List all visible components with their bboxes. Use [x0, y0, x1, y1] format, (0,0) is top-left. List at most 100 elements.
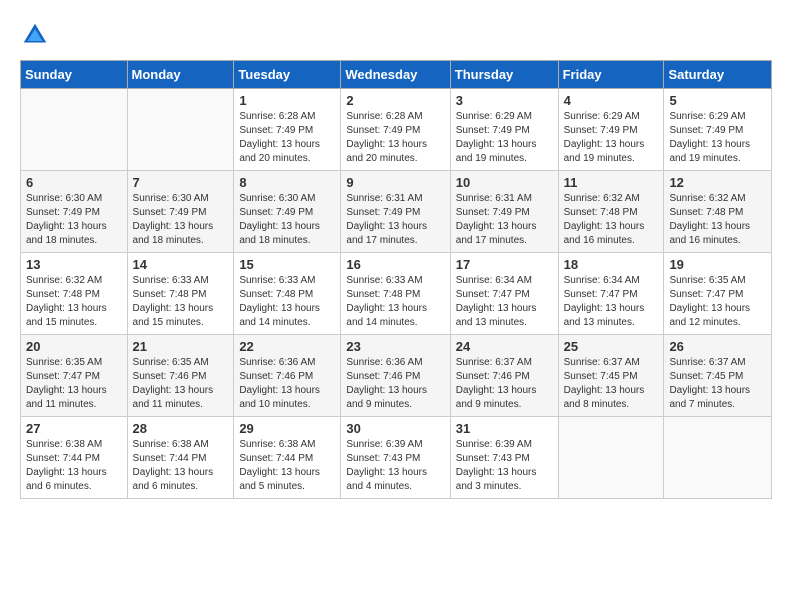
calendar-cell: 30 Sunrise: 6:39 AM Sunset: 7:43 PM Dayli…	[341, 417, 450, 499]
calendar-cell: 1 Sunrise: 6:28 AM Sunset: 7:49 PM Daylig…	[234, 89, 341, 171]
day-info: Sunrise: 6:39 AM Sunset: 7:43 PM Dayligh…	[456, 438, 553, 494]
week-row-4: 20 Sunrise: 6:35 AM Sunset: 7:47 PM Dayli…	[21, 335, 772, 417]
day-number: 11	[564, 175, 659, 190]
day-info: Sunrise: 6:29 AM Sunset: 7:49 PM Dayligh…	[456, 110, 553, 166]
calendar-cell: 20 Sunrise: 6:35 AM Sunset: 7:47 PM Dayli…	[21, 335, 128, 417]
day-number: 12	[669, 175, 766, 190]
day-number: 24	[456, 339, 553, 354]
calendar-cell: 11 Sunrise: 6:32 AM Sunset: 7:48 PM Dayli…	[558, 171, 664, 253]
day-info: Sunrise: 6:35 AM Sunset: 7:47 PM Dayligh…	[669, 274, 766, 330]
day-info: Sunrise: 6:30 AM Sunset: 7:49 PM Dayligh…	[26, 192, 122, 248]
calendar-cell: 16 Sunrise: 6:33 AM Sunset: 7:48 PM Dayli…	[341, 253, 450, 335]
weekday-header-friday: Friday	[558, 61, 664, 89]
calendar-cell: 9 Sunrise: 6:31 AM Sunset: 7:49 PM Daylig…	[341, 171, 450, 253]
day-info: Sunrise: 6:37 AM Sunset: 7:45 PM Dayligh…	[564, 356, 659, 412]
day-info: Sunrise: 6:30 AM Sunset: 7:49 PM Dayligh…	[133, 192, 229, 248]
calendar-cell: 25 Sunrise: 6:37 AM Sunset: 7:45 PM Dayli…	[558, 335, 664, 417]
calendar-cell: 10Sunrise: 6:31 AM Sunset: 7:49 PM Dayli…	[450, 171, 558, 253]
day-info: Sunrise: 6:31 AM Sunset: 7:49 PM Dayligh…	[346, 192, 444, 248]
day-info: Sunrise: 6:28 AM Sunset: 7:49 PM Dayligh…	[346, 110, 444, 166]
logo-icon	[20, 20, 50, 50]
page-header	[20, 20, 772, 50]
calendar-cell: 19Sunrise: 6:35 AM Sunset: 7:47 PM Dayli…	[664, 253, 772, 335]
week-row-3: 13 Sunrise: 6:32 AM Sunset: 7:48 PM Dayli…	[21, 253, 772, 335]
weekday-header-saturday: Saturday	[664, 61, 772, 89]
day-info: Sunrise: 6:32 AM Sunset: 7:48 PM Dayligh…	[669, 192, 766, 248]
weekday-header-sunday: Sunday	[21, 61, 128, 89]
day-info: Sunrise: 6:29 AM Sunset: 7:49 PM Dayligh…	[564, 110, 659, 166]
day-info: Sunrise: 6:28 AM Sunset: 7:49 PM Dayligh…	[239, 110, 335, 166]
calendar-cell: 14 Sunrise: 6:33 AM Sunset: 7:48 PM Dayli…	[127, 253, 234, 335]
calendar-cell: 3 Sunrise: 6:29 AM Sunset: 7:49 PM Daylig…	[450, 89, 558, 171]
calendar-cell: 22 Sunrise: 6:36 AM Sunset: 7:46 PM Dayli…	[234, 335, 341, 417]
weekday-header-monday: Monday	[127, 61, 234, 89]
day-info: Sunrise: 6:33 AM Sunset: 7:48 PM Dayligh…	[133, 274, 229, 330]
day-info: Sunrise: 6:38 AM Sunset: 7:44 PM Dayligh…	[133, 438, 229, 494]
day-number: 8	[239, 175, 335, 190]
calendar-table: SundayMondayTuesdayWednesdayThursdayFrid…	[20, 60, 772, 499]
day-number: 6	[26, 175, 122, 190]
calendar-cell: 27 Sunrise: 6:38 AM Sunset: 7:44 PM Dayli…	[21, 417, 128, 499]
calendar-cell: 12 Sunrise: 6:32 AM Sunset: 7:48 PM Dayli…	[664, 171, 772, 253]
calendar-cell	[127, 89, 234, 171]
week-row-5: 27 Sunrise: 6:38 AM Sunset: 7:44 PM Dayli…	[21, 417, 772, 499]
day-info: Sunrise: 6:33 AM Sunset: 7:48 PM Dayligh…	[239, 274, 335, 330]
day-number: 15	[239, 257, 335, 272]
calendar-cell: 4 Sunrise: 6:29 AM Sunset: 7:49 PM Daylig…	[558, 89, 664, 171]
calendar-cell: 6 Sunrise: 6:30 AM Sunset: 7:49 PM Daylig…	[21, 171, 128, 253]
day-number: 13	[26, 257, 122, 272]
calendar-cell: 23Sunrise: 6:36 AM Sunset: 7:46 PM Dayli…	[341, 335, 450, 417]
weekday-header-tuesday: Tuesday	[234, 61, 341, 89]
calendar-cell: 24 Sunrise: 6:37 AM Sunset: 7:46 PM Dayli…	[450, 335, 558, 417]
logo	[20, 20, 54, 50]
day-info: Sunrise: 6:32 AM Sunset: 7:48 PM Dayligh…	[564, 192, 659, 248]
calendar-cell: 28 Sunrise: 6:38 AM Sunset: 7:44 PM Dayli…	[127, 417, 234, 499]
weekday-header-wednesday: Wednesday	[341, 61, 450, 89]
day-info: Sunrise: 6:36 AM Sunset: 7:46 PM Dayligh…	[239, 356, 335, 412]
day-number: 10	[456, 175, 553, 190]
day-info: Sunrise: 6:39 AM Sunset: 7:43 PM Dayligh…	[346, 438, 444, 494]
day-number: 4	[564, 93, 659, 108]
week-row-2: 6 Sunrise: 6:30 AM Sunset: 7:49 PM Daylig…	[21, 171, 772, 253]
calendar-cell: 18 Sunrise: 6:34 AM Sunset: 7:47 PM Dayli…	[558, 253, 664, 335]
calendar-cell: 7 Sunrise: 6:30 AM Sunset: 7:49 PM Daylig…	[127, 171, 234, 253]
day-info: Sunrise: 6:38 AM Sunset: 7:44 PM Dayligh…	[26, 438, 122, 494]
calendar-cell	[664, 417, 772, 499]
calendar-cell: 2 Sunrise: 6:28 AM Sunset: 7:49 PM Daylig…	[341, 89, 450, 171]
calendar-cell: 29 Sunrise: 6:38 AM Sunset: 7:44 PM Dayli…	[234, 417, 341, 499]
day-number: 25	[564, 339, 659, 354]
day-info: Sunrise: 6:34 AM Sunset: 7:47 PM Dayligh…	[564, 274, 659, 330]
day-info: Sunrise: 6:35 AM Sunset: 7:47 PM Dayligh…	[26, 356, 122, 412]
day-number: 14	[133, 257, 229, 272]
day-number: 2	[346, 93, 444, 108]
day-number: 30	[346, 421, 444, 436]
day-number: 27	[26, 421, 122, 436]
day-number: 7	[133, 175, 229, 190]
day-number: 28	[133, 421, 229, 436]
day-number: 3	[456, 93, 553, 108]
calendar-cell: 31 Sunrise: 6:39 AM Sunset: 7:43 PM Dayli…	[450, 417, 558, 499]
calendar-cell: 5Sunrise: 6:29 AM Sunset: 7:49 PM Daylig…	[664, 89, 772, 171]
day-number: 5	[669, 93, 766, 108]
day-info: Sunrise: 6:38 AM Sunset: 7:44 PM Dayligh…	[239, 438, 335, 494]
day-number: 9	[346, 175, 444, 190]
day-number: 22	[239, 339, 335, 354]
day-info: Sunrise: 6:37 AM Sunset: 7:45 PM Dayligh…	[669, 356, 766, 412]
day-number: 18	[564, 257, 659, 272]
day-number: 21	[133, 339, 229, 354]
day-number: 29	[239, 421, 335, 436]
day-info: Sunrise: 6:37 AM Sunset: 7:46 PM Dayligh…	[456, 356, 553, 412]
calendar-cell	[558, 417, 664, 499]
day-number: 26	[669, 339, 766, 354]
calendar-cell: 21Sunrise: 6:35 AM Sunset: 7:46 PM Dayli…	[127, 335, 234, 417]
day-info: Sunrise: 6:32 AM Sunset: 7:48 PM Dayligh…	[26, 274, 122, 330]
calendar-cell: 26 Sunrise: 6:37 AM Sunset: 7:45 PM Dayli…	[664, 335, 772, 417]
day-number: 20	[26, 339, 122, 354]
day-number: 31	[456, 421, 553, 436]
week-row-1: 1 Sunrise: 6:28 AM Sunset: 7:49 PM Daylig…	[21, 89, 772, 171]
calendar-cell: 17Sunrise: 6:34 AM Sunset: 7:47 PM Dayli…	[450, 253, 558, 335]
day-info: Sunrise: 6:33 AM Sunset: 7:48 PM Dayligh…	[346, 274, 444, 330]
day-info: Sunrise: 6:30 AM Sunset: 7:49 PM Dayligh…	[239, 192, 335, 248]
day-number: 1	[239, 93, 335, 108]
day-number: 16	[346, 257, 444, 272]
